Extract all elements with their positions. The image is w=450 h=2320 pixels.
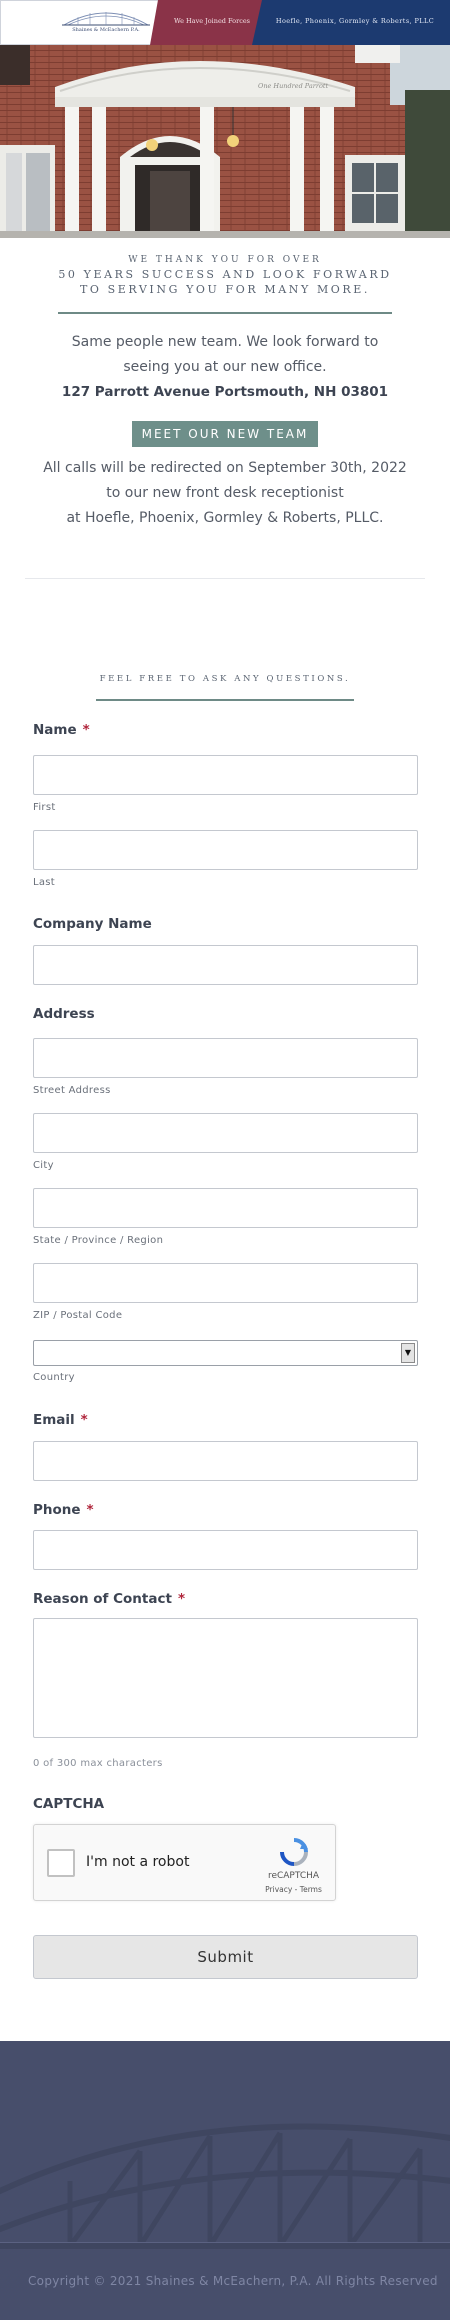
street-sublabel: Street Address [33,1085,111,1096]
country-sublabel: Country [33,1372,75,1383]
street-address-input[interactable] [33,1038,418,1078]
zip-sublabel: ZIP / Postal Code [33,1310,123,1321]
form-heading: FEEL FREE TO ASK ANY QUESTIONS. [99,674,351,684]
reason-label: Reason of Contact * [33,1591,185,1607]
state-sublabel: State / Province / Region [33,1235,164,1246]
submit-button[interactable]: Submit [33,1935,418,1979]
reason-textarea[interactable] [33,1618,418,1738]
city-sublabel: City [33,1160,54,1171]
thanks-line-1: WE THANK YOU FOR OVER [128,255,322,265]
office-building-photo: One Hundred Parrott [0,45,450,238]
required-asterisk: * [80,1412,88,1428]
thanks-line-3: TO SERVING YOU FOR MANY MORE. [79,283,371,296]
zip-input[interactable] [33,1263,418,1303]
recaptcha-widget: I'm not a robot reCAPTCHA Privacy - Term… [33,1824,336,1901]
required-asterisk: * [82,722,90,738]
new-firm-link[interactable]: Hoefle, Phoenix, Gormley & Roberts, PLLC [262,17,448,25]
thanks-line-2: 50 YEARS SUCCESS AND LOOK FORWARD [58,268,392,281]
required-asterisk: * [177,1591,186,1607]
company-name-label: Company Name [33,916,152,932]
name-label-text: Name [33,722,77,738]
captcha-brand-text: reCAPTCHA [267,1871,320,1881]
section-divider [25,578,425,579]
country-select[interactable]: ▼ [33,1340,418,1366]
last-name-input[interactable] [33,830,418,870]
first-name-input[interactable] [33,755,418,795]
bridge-logo-icon[interactable]: Shaines & McEachern P.A. [58,5,154,41]
building-sign-text: One Hundred Parrott [258,82,329,90]
logo-firm-name: Shaines & McEachern P.A. [72,27,140,33]
email-label-text: Email [33,1412,75,1428]
name-label: Name * [33,722,90,738]
address-label: Address [33,1006,95,1022]
reason-label-text: Reason of Contact [33,1591,172,1607]
copyright-text: Copyright © 2021 Shaines & McEachern, P.… [28,2274,438,2288]
intro-divider [58,312,392,314]
state-input[interactable] [33,1188,418,1228]
city-input[interactable] [33,1113,418,1153]
form-heading-divider [96,699,354,701]
first-sublabel: First [33,802,56,813]
captcha-label: CAPTCHA [33,1796,105,1812]
captcha-checkbox[interactable] [47,1849,75,1877]
email-label: Email * [33,1412,88,1428]
same-people-line-1: Same people new team. We look forward to [71,334,379,350]
calls-redirect-line-2: to our new front desk receptionist [106,485,344,501]
captcha-privacy-terms-link[interactable]: Privacy - Terms [256,1885,331,1894]
footer-divider [0,2242,450,2243]
calls-redirect-line-1: All calls will be redirected on Septembe… [43,460,407,476]
recaptcha-icon [277,1837,311,1867]
phone-label-text: Phone [33,1502,81,1518]
top-banner: Shaines & McEachern P.A. We Have Joined … [0,0,450,45]
captcha-checkbox-label: I'm not a robot [86,1854,190,1870]
calls-redirect-line-3: at Hoefle, Phoenix, Gormley & Roberts, P… [66,510,384,526]
meet-our-new-team-button[interactable]: MEET OUR NEW TEAM [132,421,318,447]
joined-forces-text: We Have Joined Forces [173,17,251,25]
same-people-line-2: seeing you at our new office. [123,359,327,375]
required-asterisk: * [86,1502,94,1518]
character-counter: 0 of 300 max characters [33,1758,163,1769]
company-name-input[interactable] [33,945,418,985]
email-input[interactable] [33,1441,418,1481]
phone-label: Phone * [33,1502,94,1518]
phone-input[interactable] [33,1530,418,1570]
dropdown-arrow-icon[interactable]: ▼ [401,1343,415,1363]
last-sublabel: Last [33,877,56,888]
office-address: 127 Parrott Avenue Portsmouth, NH 03801 [61,384,389,400]
